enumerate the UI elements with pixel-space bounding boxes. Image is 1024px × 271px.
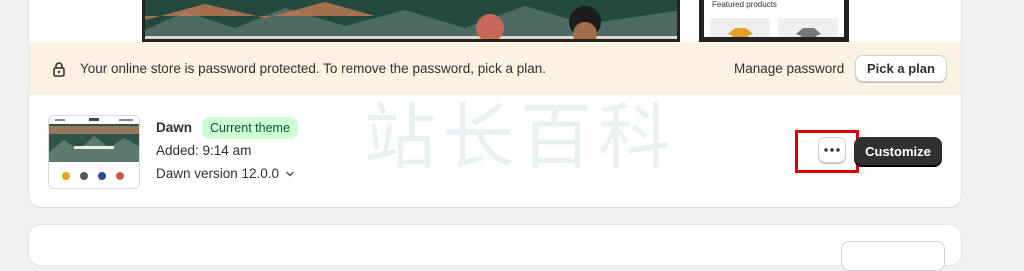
pick-a-plan-button[interactable]: Pick a plan	[855, 55, 947, 82]
chevron-down-icon	[286, 172, 294, 177]
theme-name: Dawn	[156, 120, 193, 135]
theme-added-time: Added: 9:14 am	[156, 143, 252, 158]
customize-button[interactable]: Customize	[854, 137, 942, 166]
mobile-preview: Featured products	[699, 0, 849, 42]
theme-library-button[interactable]	[841, 241, 945, 271]
theme-version-label: Dawn version 12.0.0	[156, 166, 280, 181]
password-banner-message: Your online store is password protected.…	[80, 61, 547, 76]
desktop-preview	[142, 0, 680, 42]
lock-icon	[51, 61, 67, 77]
desktop-preview-illustration	[145, 0, 677, 39]
manage-password-link[interactable]: Manage password	[734, 61, 844, 76]
more-actions-button[interactable]	[818, 137, 846, 163]
theme-preview: Featured products	[29, 0, 961, 42]
product-thumbnails	[710, 18, 838, 37]
theme-library-card	[29, 225, 961, 271]
current-theme-badge: Current theme	[202, 117, 298, 139]
theme-card: Featured products Your online store is p…	[29, 0, 961, 207]
theme-thumbnail	[48, 115, 140, 189]
mobile-preview-heading: Featured products	[712, 0, 777, 9]
password-protection-banner: Your online store is password protected.…	[29, 42, 961, 95]
ellipsis-icon	[824, 148, 840, 152]
current-theme-row: Dawn Current theme Added: 9:14 am Dawn v…	[29, 95, 961, 207]
theme-version-dropdown[interactable]: Dawn version 12.0.0	[156, 166, 295, 181]
